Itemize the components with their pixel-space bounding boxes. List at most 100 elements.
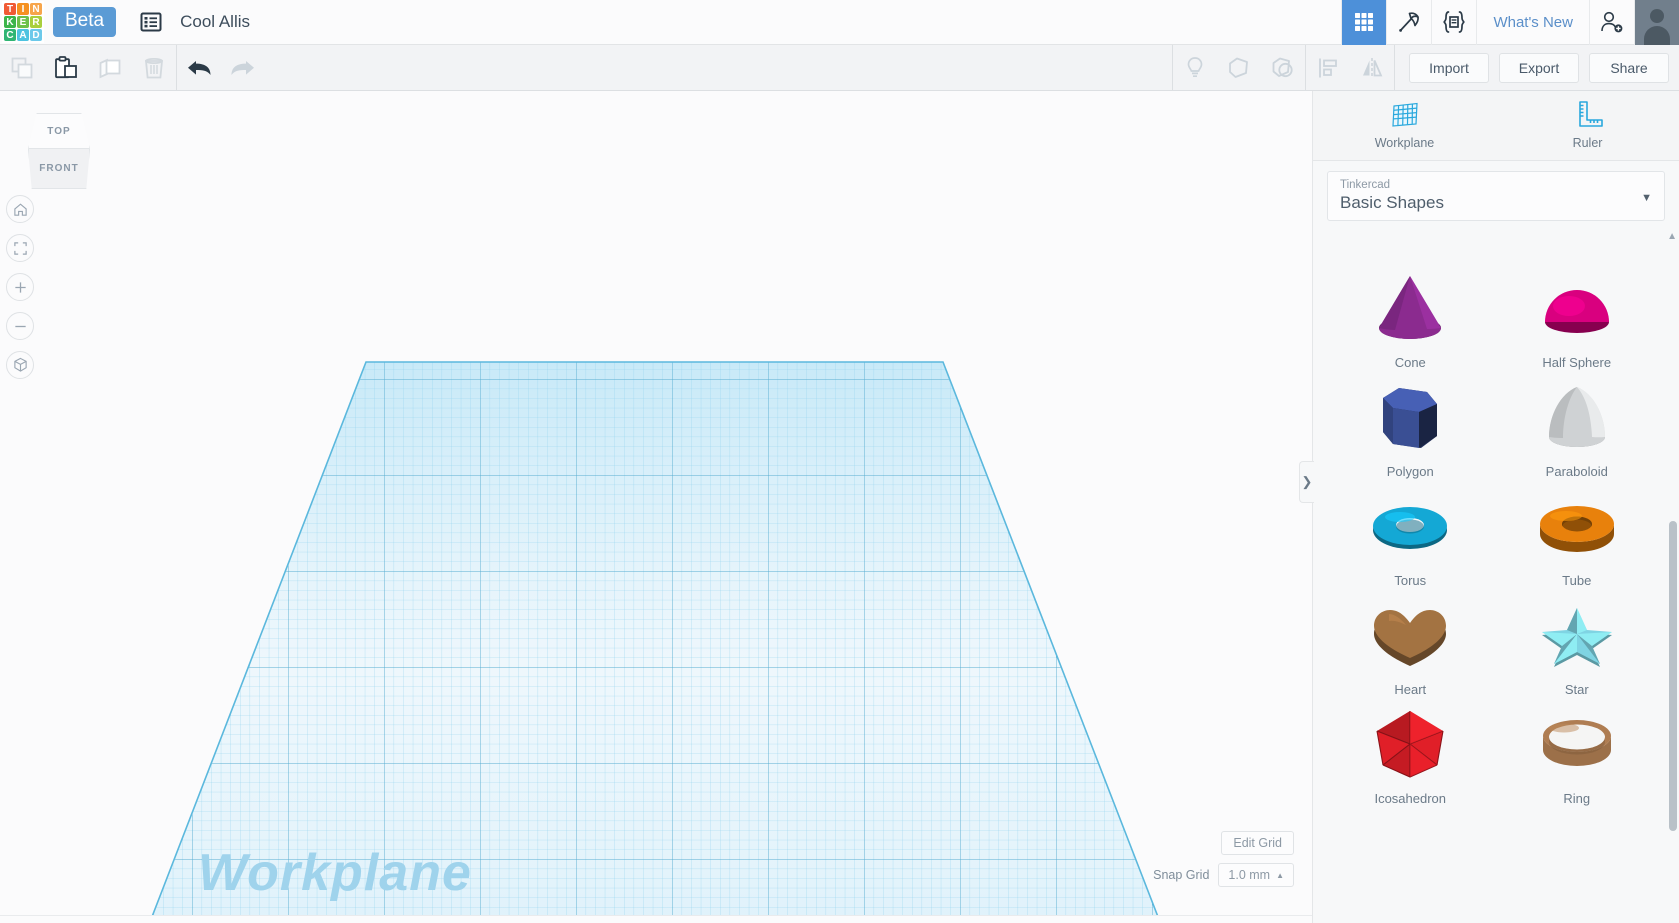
logo-tile-t: T <box>4 3 16 15</box>
library-dropdown-wrap: Tinkercad Basic Shapes ▼ <box>1313 161 1679 221</box>
grid-controls: Edit Grid Snap Grid 1.0 mm ▲ <box>1153 831 1294 887</box>
logo-tile-c: C <box>4 29 16 41</box>
shape-item-icosahedron[interactable]: Icosahedron <box>1327 701 1494 806</box>
top-bar-right: What's New <box>1341 0 1679 45</box>
panel-tools: Workplane Ruler <box>1313 91 1679 161</box>
icosahedron-shape[interactable] <box>1355 701 1465 787</box>
undo-button[interactable] <box>177 45 221 91</box>
avatar[interactable] <box>1634 0 1679 45</box>
view-cube-front-face[interactable]: FRONT <box>28 149 90 189</box>
view-cube[interactable]: TOP FRONT <box>22 113 96 195</box>
snap-grid-label: Snap Grid <box>1153 868 1210 882</box>
shape-item-polygon[interactable]: Polygon <box>1327 374 1494 479</box>
logo-tile-r: R <box>30 16 42 28</box>
tube-shape[interactable] <box>1522 483 1632 569</box>
shape-label: Tube <box>1562 573 1592 588</box>
canvas-bottom-bar <box>0 915 1312 923</box>
logo-tile-i: I <box>17 3 29 15</box>
snap-grid-row: Snap Grid 1.0 mm ▲ <box>1153 863 1294 887</box>
share-button[interactable]: Share <box>1589 52 1669 83</box>
tinkercad-logo[interactable]: TIN KER CAD <box>2 1 44 43</box>
logo-tile-k: K <box>4 16 16 28</box>
shape-item-heart[interactable]: Heart <box>1327 592 1494 697</box>
project-list-icon[interactable] <box>140 11 162 33</box>
panel-collapse-button[interactable]: ❯ <box>1299 461 1314 503</box>
design-canvas[interactable]: Workplane TOP FRONT Edit Grid Snap Grid … <box>0 91 1312 923</box>
codeblocks-icon[interactable] <box>1431 0 1476 45</box>
shape-item-tube[interactable]: Tube <box>1494 483 1661 588</box>
snap-grid-value: 1.0 mm <box>1228 868 1271 882</box>
library-dropdown[interactable]: Tinkercad Basic Shapes ▼ <box>1327 171 1665 221</box>
shape-label: Polygon <box>1386 464 1434 479</box>
delete-button[interactable] <box>132 45 176 91</box>
mirror-icon[interactable] <box>1350 45 1394 91</box>
workplane-tool-label: Workplane <box>1374 136 1435 150</box>
star-shape[interactable] <box>1522 592 1632 678</box>
import-button[interactable]: Import <box>1409 52 1489 83</box>
align-icon[interactable] <box>1306 45 1350 91</box>
half-sphere-shape[interactable] <box>1522 265 1632 351</box>
ring-shape[interactable] <box>1522 701 1632 787</box>
shape-label: Cone <box>1394 355 1426 370</box>
ruler-tool[interactable]: Ruler <box>1496 99 1679 160</box>
shape-label: Heart <box>1394 682 1427 697</box>
shape-item-star[interactable]: Star <box>1494 592 1661 697</box>
add-user-icon[interactable] <box>1589 0 1634 45</box>
shape-item-paraboloid[interactable]: Paraboloid <box>1494 374 1661 479</box>
pickaxe-icon[interactable] <box>1386 0 1431 45</box>
copy-button[interactable] <box>0 45 44 91</box>
workplane[interactable]: Workplane <box>0 91 1312 923</box>
workplane-tool[interactable]: Workplane <box>1313 99 1496 160</box>
whats-new-link[interactable]: What's New <box>1476 0 1589 45</box>
export-button[interactable]: Export <box>1499 52 1579 83</box>
cone-shape[interactable] <box>1355 265 1465 351</box>
zoom-out-button[interactable] <box>6 312 34 340</box>
view-cube-top-face[interactable]: TOP <box>28 113 90 149</box>
shape-item-cone[interactable]: Cone <box>1327 265 1494 370</box>
edit-grid-button[interactable]: Edit Grid <box>1221 831 1294 855</box>
panel-scroll-up[interactable]: ▲ <box>1667 231 1677 242</box>
workplane-watermark: Workplane <box>198 844 472 902</box>
heart-shape[interactable] <box>1355 592 1465 678</box>
fit-to-view-button[interactable] <box>6 234 34 262</box>
zoom-in-button[interactable] <box>6 273 34 301</box>
ruler-icon <box>1578 101 1603 127</box>
chevron-up-icon: ▲ <box>1276 870 1284 880</box>
tinkercad-app: TIN KER CAD Beta Cool Allis What's New Imp… <box>0 0 1679 923</box>
shape-label: Icosahedron <box>1374 791 1447 806</box>
ruler-tool-label: Ruler <box>1572 136 1603 150</box>
shape-item-torus[interactable]: Torus <box>1327 483 1494 588</box>
page-title[interactable]: Cool Allis <box>180 12 250 32</box>
paraboloid-shape[interactable] <box>1522 374 1632 460</box>
beta-badge[interactable]: Beta <box>53 7 117 37</box>
library-source-label: Tinkercad <box>1340 179 1391 191</box>
shape-label: Half Sphere <box>1542 355 1612 370</box>
top-bar: TIN KER CAD Beta Cool Allis What's New <box>0 0 1679 45</box>
edit-toolbar: Import Export Share <box>0 44 1679 91</box>
torus-shape[interactable] <box>1355 483 1465 569</box>
redo-button[interactable] <box>221 45 265 91</box>
panel-scrollbar[interactable] <box>1669 521 1677 831</box>
workplane-icon <box>1391 102 1418 127</box>
shapes-panel: ❯ Workplane Ruler Tinkercad Basic Shapes… <box>1299 91 1679 923</box>
polygon-shape[interactable] <box>1355 374 1465 460</box>
logo-tile-a: A <box>17 29 29 41</box>
shape-label: Torus <box>1394 573 1427 588</box>
shape-item-half-sphere[interactable]: Half Sphere <box>1494 265 1661 370</box>
paste-button[interactable] <box>44 45 88 91</box>
toolbar-divider-4 <box>1394 44 1395 91</box>
shapes-gallery[interactable]: Cone Half Sphere Polygon Paraboloid Toru… <box>1313 247 1679 923</box>
snap-grid-select[interactable]: 1.0 mm ▲ <box>1218 863 1294 887</box>
logo-tile-e: E <box>17 16 29 28</box>
hide-shape-icon[interactable] <box>1217 45 1261 91</box>
grid-apps-icon[interactable] <box>1341 0 1387 45</box>
logo-tile-n: N <box>30 3 42 15</box>
shape-label: Ring <box>1563 791 1591 806</box>
lightbulb-icon[interactable] <box>1173 45 1217 91</box>
logo-tile-d: D <box>30 29 42 41</box>
projection-toggle-button[interactable] <box>6 351 34 379</box>
group-icon[interactable] <box>1261 45 1305 91</box>
duplicate-button[interactable] <box>88 45 132 91</box>
shape-item-ring[interactable]: Ring <box>1494 701 1661 806</box>
home-view-button[interactable] <box>6 195 34 223</box>
